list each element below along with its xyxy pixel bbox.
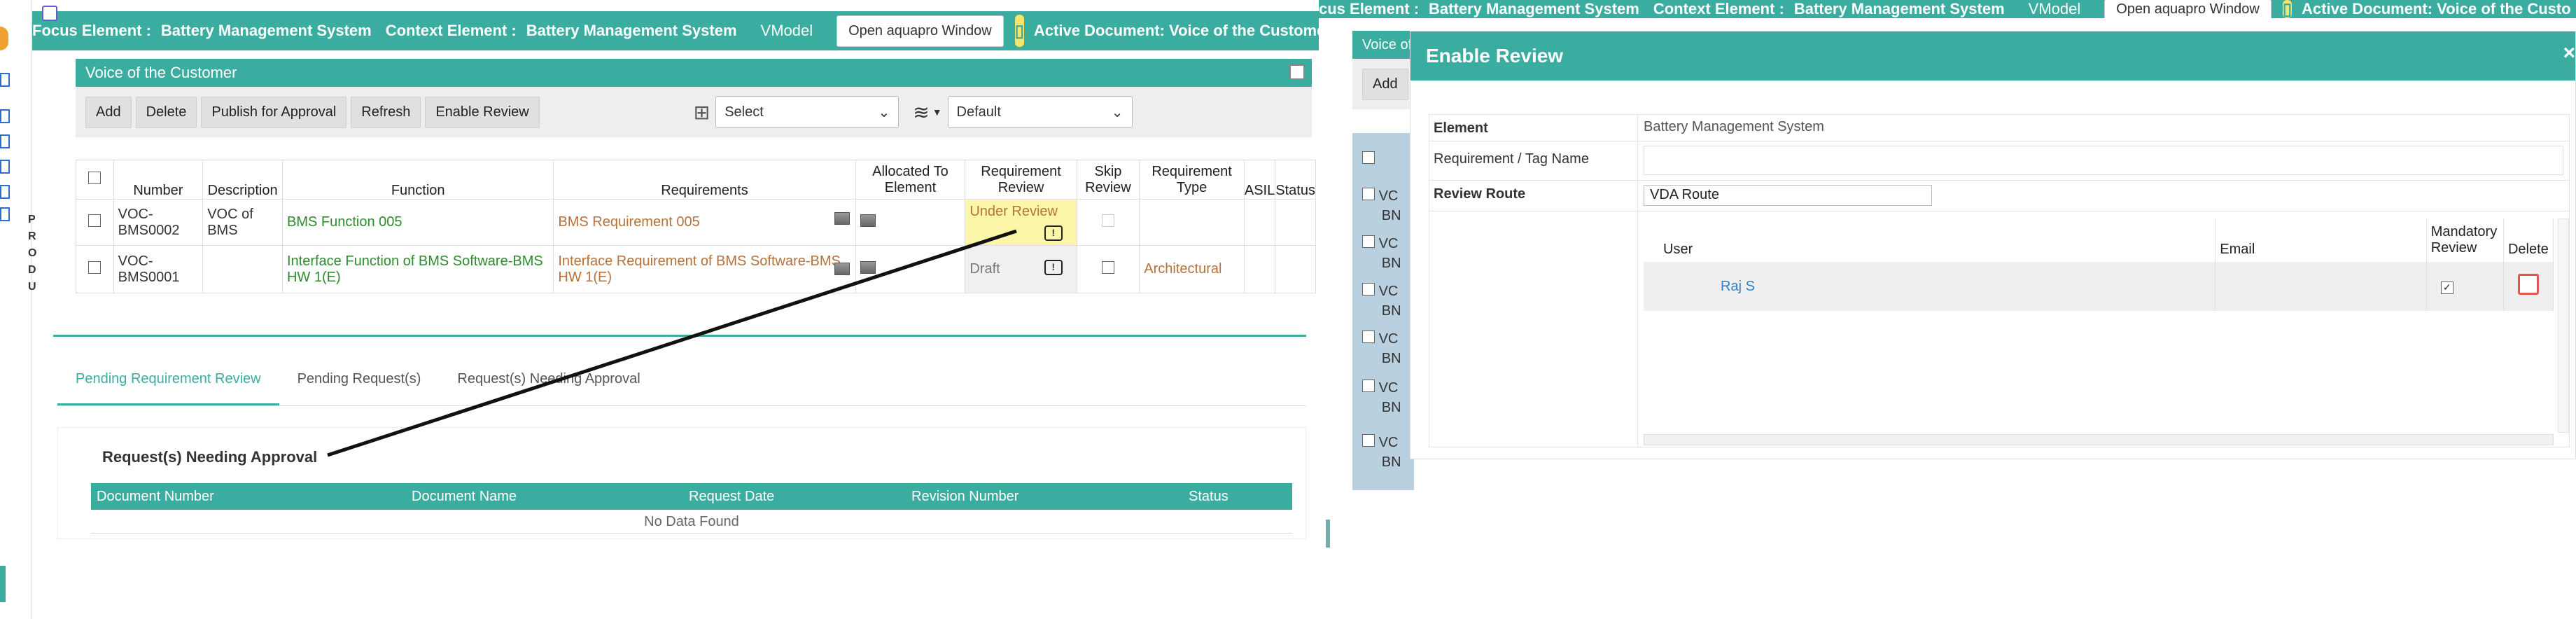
behind-table: VC BN VC BN VC BN VC BN VC BN VC BN (1352, 133, 1414, 490)
element-label: Element (1429, 115, 1638, 141)
behind-row: VC BN (1362, 234, 1401, 273)
behind-panel-title: Voice of (1362, 36, 1413, 53)
context-element-value: Battery Management System (1793, 0, 2005, 18)
element-row: Element Battery Management System (1429, 115, 2569, 141)
tag-name-label: Requirement / Tag Name (1429, 141, 1638, 180)
delete-icon[interactable] (2517, 274, 2539, 295)
behind-scroll-marker (1326, 520, 1330, 548)
review-route-label: Review Route (1429, 181, 1638, 211)
behind-row: VC BN (1362, 281, 1401, 321)
horizontal-scrollbar[interactable] (1644, 434, 2554, 445)
col-user[interactable]: User (1644, 218, 2216, 262)
behind-add-button: Add (1362, 69, 1408, 100)
users-header-row: User Email Mandatory Review Delete (1644, 218, 2554, 262)
tag-name-row: Requirement / Tag Name (1429, 141, 2569, 181)
close-icon[interactable]: × (2563, 41, 2575, 65)
col-email[interactable]: Email (2215, 218, 2427, 262)
review-route-input[interactable]: VDA Route (1644, 185, 1932, 206)
review-form: Element Battery Management System Requir… (1429, 114, 2570, 447)
behind-row: VC BN (1362, 378, 1401, 417)
right-top-bar: cus Element : Battery Management System … (1319, 0, 2576, 18)
user-row[interactable]: Raj S ✓ (1644, 262, 2554, 311)
tag-name-cell (1638, 141, 2569, 180)
col-delete[interactable]: Delete (2503, 218, 2554, 262)
vertical-scrollbar[interactable] (2558, 218, 2569, 433)
behind-row: VC BN (1362, 329, 1401, 368)
mandatory-review-cell: ✓ (2426, 262, 2504, 311)
context-element-label: Context Element : (1653, 0, 1784, 18)
users-cell: User Email Mandatory Review Delete Raj S… (1638, 211, 2569, 447)
behind-row: VC BN (1362, 186, 1401, 225)
open-aquapro-window-button[interactable]: Open aquapro Window (2104, 0, 2272, 18)
delete-cell (2503, 262, 2554, 311)
element-value: Battery Management System (1644, 119, 1824, 134)
mandatory-review-checkbox[interactable]: ✓ (2440, 281, 2454, 294)
users-row: User Email Mandatory Review Delete Raj S… (1429, 211, 2569, 447)
dialog-title: Enable Review (1426, 45, 1564, 67)
active-document: Active Document: Voice of the Custo (2302, 0, 2571, 18)
behind-row: VC BN (1362, 433, 1401, 472)
focus-element-value: Battery Management System (1429, 0, 1639, 18)
tag-name-input[interactable] (1644, 146, 2563, 175)
focus-element-label: cus Element : (1319, 0, 1420, 18)
clipboard-icon[interactable]: ▯ (2282, 0, 2292, 18)
user-name[interactable]: Raj S (1721, 279, 1755, 294)
col-mandatory-review[interactable]: Mandatory Review (2426, 218, 2504, 262)
annotation-arrow (327, 229, 1017, 457)
users-table: User Email Mandatory Review Delete Raj S… (1644, 218, 2554, 311)
users-label (1429, 211, 1638, 447)
review-route-cell: VDA Route (1638, 181, 2569, 211)
user-name-cell: Raj S (1644, 262, 2216, 311)
review-route-row: Review Route VDA Route (1429, 181, 2569, 211)
dialog-header: Enable Review × (1410, 32, 2575, 81)
behind-header-checkbox (1362, 151, 1375, 164)
vmodel-link[interactable]: VModel (2029, 0, 2081, 18)
user-email (2215, 262, 2427, 311)
enable-review-dialog: Enable Review × Element Battery Manageme… (1410, 31, 2576, 459)
